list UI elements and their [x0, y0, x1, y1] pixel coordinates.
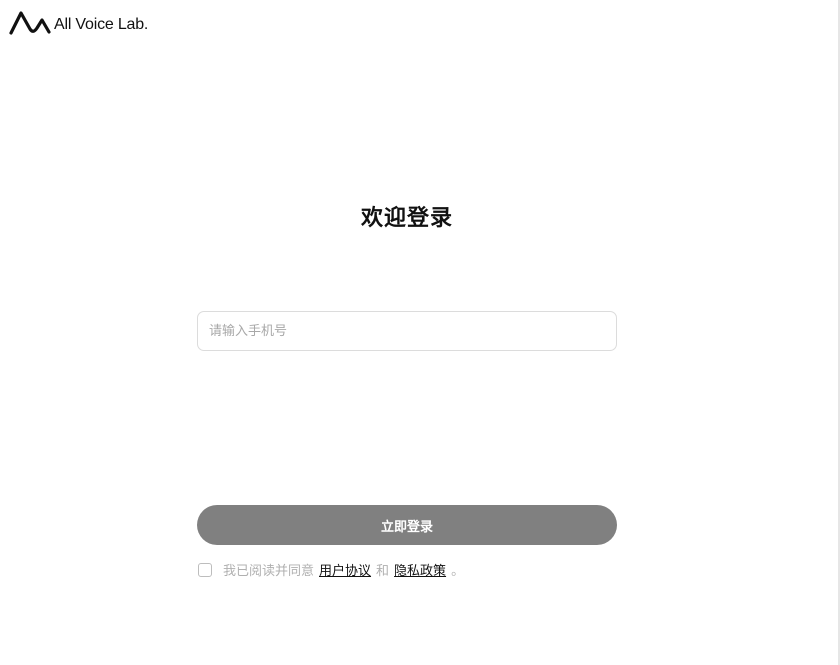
brand-name: All Voice Lab.: [54, 16, 149, 33]
phone-input[interactable]: [197, 311, 617, 351]
login-page: All Voice Lab. 欢迎登录 立即登录 我已阅读并同意 用户协议 和 …: [0, 0, 840, 665]
agreement-conjunction: 和: [376, 564, 390, 579]
privacy-policy-link[interactable]: 隐私政策: [394, 560, 446, 579]
page-title: 欢迎登录: [360, 206, 453, 231]
user-agreement-link[interactable]: 用户协议: [319, 560, 371, 579]
wave-logo-icon: [9, 11, 51, 35]
brand-logo[interactable]: All Voice Lab.: [9, 10, 148, 36]
login-button[interactable]: 立即登录: [197, 505, 617, 545]
agreement-row: 我已阅读并同意 用户协议 和 隐私政策 。: [198, 560, 464, 579]
agreement-checkbox[interactable]: [198, 562, 212, 577]
agreement-suffix: 。: [451, 564, 465, 579]
agreement-prefix: 我已阅读并同意: [223, 564, 315, 579]
